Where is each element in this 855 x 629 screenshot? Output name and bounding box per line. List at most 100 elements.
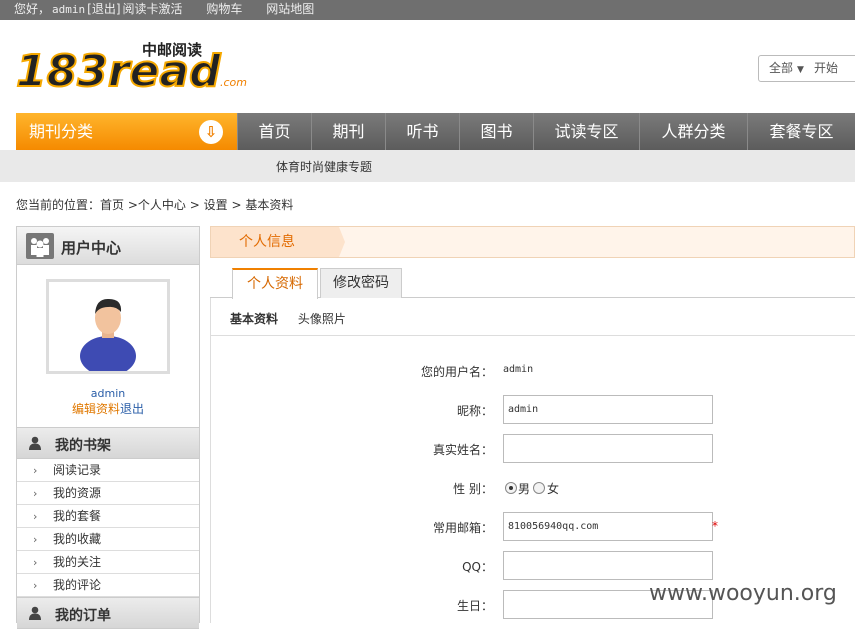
main-nav: 期刊分类 ⇩ 首页 期刊 听书 图书 试读专区 人群分类 套餐专区 — [16, 113, 855, 150]
breadcrumb-separator: > — [227, 198, 246, 212]
realname-row: 真实姓名： — [211, 434, 855, 464]
orders-title: 我的订单 — [55, 608, 111, 624]
qq-input[interactable] — [503, 551, 713, 580]
arrow-down-icon[interactable]: ⇩ — [199, 120, 223, 144]
nickname-label: 昵称： — [456, 404, 493, 418]
realname-input[interactable] — [503, 434, 713, 463]
subtab-basic-info[interactable]: 基本资料 — [230, 312, 278, 326]
search-box[interactable]: 全部 ▼ 开始 — [758, 55, 855, 82]
person-icon — [29, 606, 41, 620]
profile-subtabs: 基本资料 头像照片 — [230, 310, 346, 327]
breadcrumb-user-center[interactable]: 个人中心 — [138, 198, 186, 212]
search-scope-select[interactable]: 全部 — [769, 61, 793, 75]
chevron-right-icon: › — [33, 487, 38, 500]
topbar-username: admin — [52, 3, 86, 16]
nav-item-trial[interactable]: 试读专区 — [533, 113, 639, 150]
activate-card-link[interactable]: 阅读卡激活 — [123, 2, 183, 16]
sidebar-item-label: 我的套餐 — [53, 509, 102, 523]
nav-item-audience[interactable]: 人群分类 — [639, 113, 747, 150]
cart-link[interactable]: 购物车 — [206, 2, 242, 16]
person-icon — [29, 436, 41, 450]
user-links: 编辑资料退出 — [17, 400, 199, 417]
sidebar-item-label: 阅读记录 — [53, 463, 102, 477]
category-menu[interactable]: 期刊分类 ⇩ — [16, 113, 237, 150]
user-avatar-icon — [80, 298, 136, 376]
gender-male-label: 男 — [518, 482, 531, 496]
gender-row: 性 别： 男 女 — [211, 473, 855, 503]
user-center-title: 用户中心 — [61, 239, 122, 257]
bookshelf-list: › 阅读记录 › 我的资源 › 我的套餐 › 我的收藏 › 我的关注 › 我的评论 — [17, 459, 199, 597]
watermark: www.wooyun.org — [649, 581, 837, 606]
chevron-right-icon: › — [33, 579, 38, 592]
sidebar-item-following[interactable]: › 我的关注 — [17, 551, 199, 574]
sidebar-item-label: 我的资源 — [53, 486, 102, 500]
nav-item-packages[interactable]: 套餐专区 — [747, 113, 855, 150]
bookshelf-header[interactable]: 我的书架 — [17, 427, 199, 459]
email-row: 常用邮箱： * — [211, 512, 855, 542]
breadcrumb-separator: > — [185, 198, 204, 212]
profile-form-panel: 基本资料 头像照片 您的用户名： admin 昵称： 真实姓名： 性 别： 男 … — [210, 298, 855, 623]
nav-item-books[interactable]: 图书 — [459, 113, 533, 150]
email-input[interactable] — [503, 512, 713, 541]
nickname-input[interactable] — [503, 395, 713, 424]
nav-item-periodicals[interactable]: 期刊 — [311, 113, 385, 150]
sidebar-item-reading-history[interactable]: › 阅读记录 — [17, 459, 199, 482]
username-row: 您的用户名： admin — [211, 356, 855, 386]
breadcrumb-current: 基本资料 — [245, 198, 294, 212]
breadcrumb-prefix: 您当前的位置： — [16, 198, 101, 212]
sidebar-item-label: 我的评论 — [53, 578, 102, 592]
logo-wordmark: 183read — [16, 46, 221, 92]
sidebar-item-favorites[interactable]: › 我的收藏 — [17, 528, 199, 551]
chevron-down-icon[interactable]: ▼ — [797, 58, 804, 83]
chevron-right-icon: › — [33, 510, 38, 523]
user-sidebar: 用户中心 admin 编辑资料退出 我的书架 › 阅读记录 › 我的资源 › 我的套餐… — [16, 226, 200, 629]
sidebar-item-packages[interactable]: › 我的套餐 — [17, 505, 199, 528]
tab-profile[interactable]: 个人资料 — [232, 268, 318, 299]
subtab-avatar-photo[interactable]: 头像照片 — [298, 312, 346, 326]
sidebar-item-label: 我的关注 — [53, 555, 102, 569]
nickname-row: 昵称： — [211, 395, 855, 425]
birthday-label: 生日： — [456, 599, 493, 613]
tab-change-password[interactable]: 修改密码 — [320, 268, 402, 298]
sidebar-item-resources[interactable]: › 我的资源 — [17, 482, 199, 505]
sitemap-link[interactable]: 网站地图 — [266, 2, 314, 16]
site-logo[interactable]: 中邮阅读 183read .com — [16, 40, 248, 92]
user-center-header: 用户中心 — [17, 227, 199, 265]
sidebar-username: admin — [90, 387, 126, 400]
search-button[interactable]: 开始 — [814, 61, 838, 75]
bookshelf-title: 我的书架 — [55, 438, 111, 454]
logo-suffix: .com — [220, 76, 247, 89]
logout-link[interactable]: [退出] — [87, 2, 120, 16]
sidebar-item-label: 我的收藏 — [53, 532, 102, 546]
category-menu-label: 期刊分类 — [29, 122, 94, 141]
sub-nav: 体育时尚健康专题 — [0, 150, 855, 182]
top-bar: 您好， admin [退出] 阅读卡激活 购物车 网站地图 — [0, 0, 855, 20]
breadcrumb-settings[interactable]: 设置 — [204, 198, 228, 212]
sidebar-logout-link[interactable]: 退出 — [120, 402, 144, 416]
chevron-right-icon: › — [33, 556, 38, 569]
greeting-text: 您好， — [14, 2, 51, 16]
username-value: admin — [503, 364, 534, 375]
chevron-right-icon: › — [33, 533, 38, 546]
nav-item-home[interactable]: 首页 — [237, 113, 311, 150]
nav-item-audiobooks[interactable]: 听书 — [385, 113, 459, 150]
email-label: 常用邮箱： — [432, 521, 493, 535]
qq-label: QQ： — [462, 560, 493, 574]
realname-label: 真实姓名： — [432, 443, 493, 457]
avatar[interactable] — [46, 279, 170, 376]
edit-profile-link[interactable]: 编辑资料 — [72, 402, 120, 416]
required-mark: * — [712, 519, 718, 533]
breadcrumb-home[interactable]: 首页 — [100, 198, 124, 212]
divider — [211, 335, 855, 336]
subnav-topic-link[interactable]: 体育时尚健康专题 — [276, 158, 372, 175]
personal-info-title: 个人信息 — [211, 227, 345, 257]
gender-male-radio[interactable] — [505, 482, 517, 494]
qq-row: QQ： — [211, 551, 855, 581]
orders-header[interactable]: 我的订单 — [17, 597, 199, 629]
username-label: 您的用户名： — [420, 365, 493, 379]
breadcrumb: 您当前的位置：首页 >个人中心 > 设置 > 基本资料 — [16, 196, 293, 213]
gender-female-radio[interactable] — [533, 482, 545, 494]
sidebar-item-comments[interactable]: › 我的评论 — [17, 574, 199, 597]
users-icon — [26, 233, 54, 259]
personal-info-bar: 个人信息 — [210, 226, 855, 258]
